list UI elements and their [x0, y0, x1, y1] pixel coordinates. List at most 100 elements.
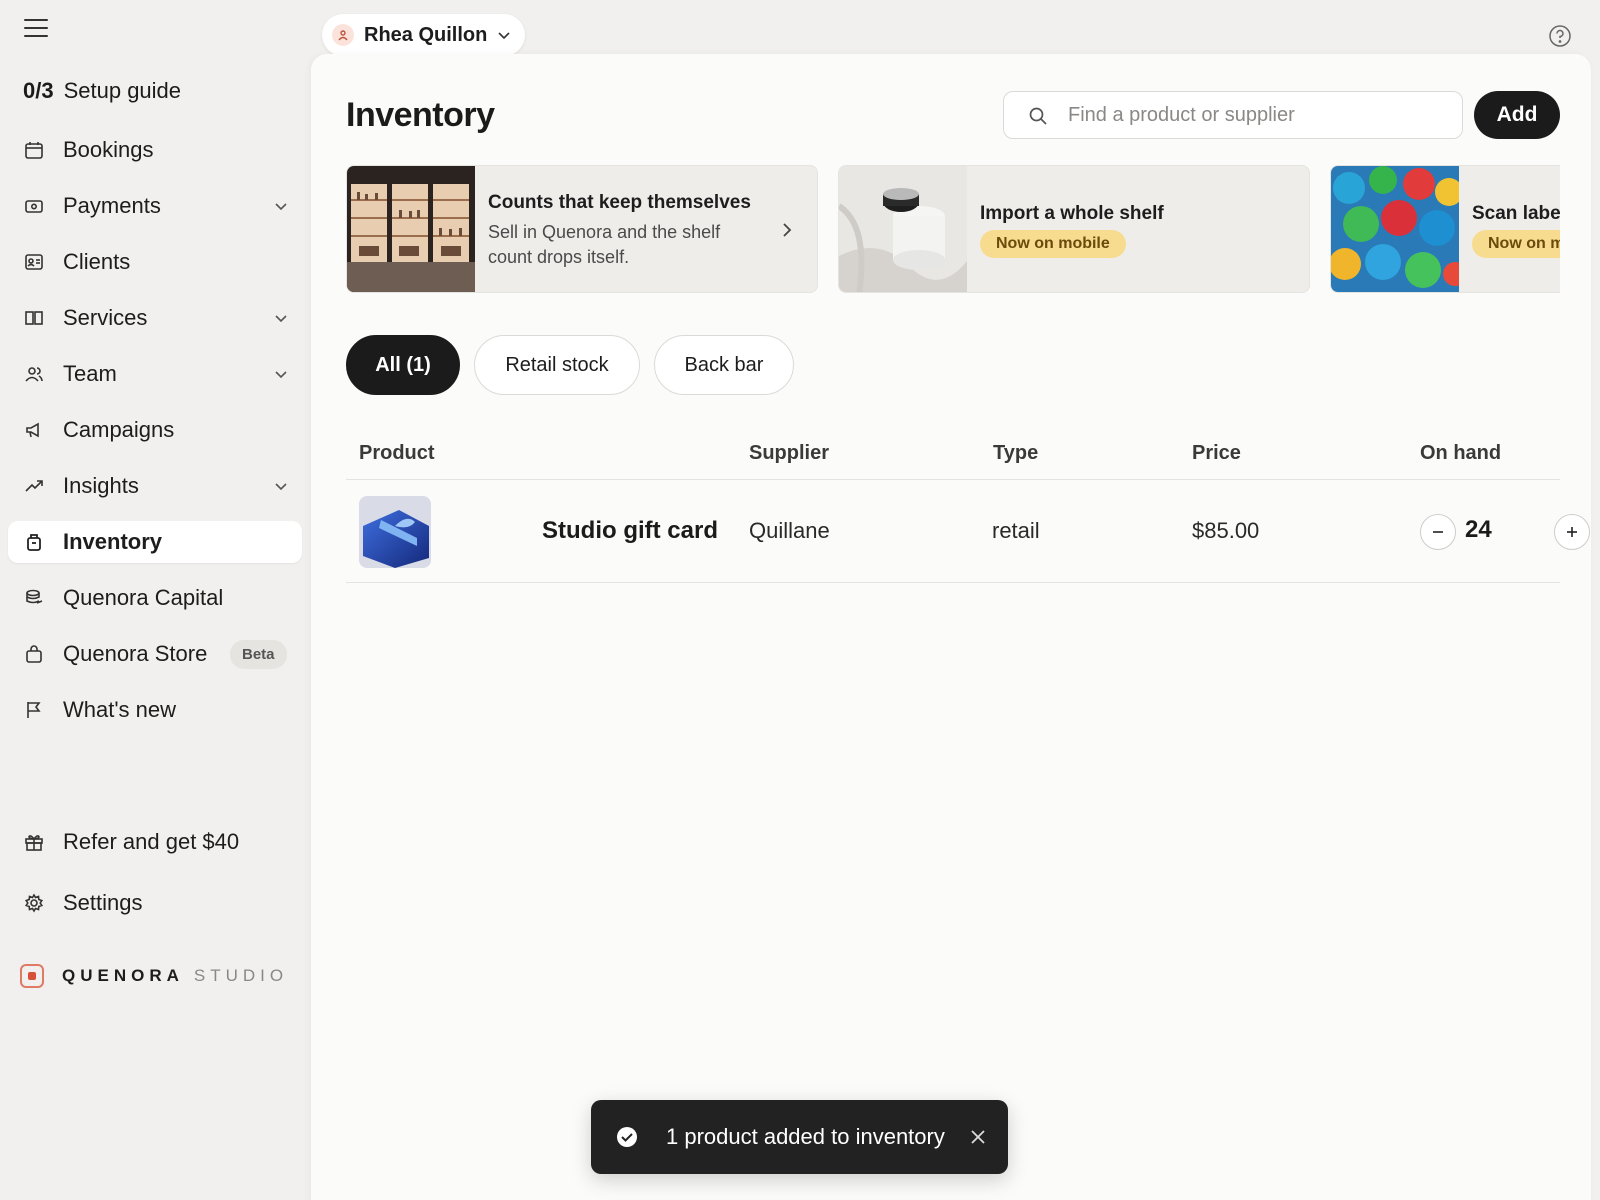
promo-carousel: Counts that keep themselves Sell in Quen… [346, 165, 1560, 295]
sidebar-item-label: Campaigns [63, 417, 175, 442]
page-title: Inventory [346, 96, 495, 134]
setup-guide-label: Setup guide [63, 78, 182, 103]
filter-all[interactable]: All (1) [346, 335, 460, 395]
toast-message: 1 product added to inventory [666, 1124, 945, 1149]
promo-title: Counts that keep themselves [488, 192, 751, 213]
brand-logo: QUENORA STUDIO [20, 964, 288, 988]
main-panel: Inventory Add [311, 54, 1591, 1200]
chevron-down-icon[interactable] [274, 199, 288, 213]
sidebar-item-label: Settings [63, 890, 143, 915]
calendar-icon [24, 140, 44, 160]
inventory-icon [24, 532, 44, 552]
column-price[interactable]: Price [1192, 442, 1241, 465]
payments-icon [24, 196, 44, 216]
column-type[interactable]: Type [993, 442, 1038, 465]
brand-mark [20, 964, 44, 988]
book-icon [24, 308, 44, 328]
sidebar-item-campaigns[interactable]: Campaigns [8, 409, 302, 451]
brand-suffix: STUDIO [193, 966, 289, 985]
search-input[interactable] [1068, 92, 1448, 138]
sidebar-item-inventory[interactable]: Inventory [8, 521, 302, 563]
sidebar-item-settings[interactable]: Settings [8, 882, 302, 924]
close-icon[interactable] [969, 1128, 987, 1146]
sidebar-item-label: Quenora Capital [63, 585, 224, 610]
sidebar-item-label: What's new [63, 697, 177, 722]
increment-button[interactable] [1554, 514, 1590, 550]
minus-icon [1433, 531, 1443, 533]
sidebar-item-label: Bookings [63, 137, 154, 162]
chevron-down-icon [497, 28, 511, 42]
product-thumbnail [359, 496, 431, 568]
decrement-button[interactable] [1420, 514, 1456, 550]
sidebar-item-label: Inventory [63, 529, 163, 554]
sidebar-item-label: Payments [63, 193, 161, 218]
gear-icon [24, 893, 44, 913]
table-row[interactable]: Studio gift card Quillane retail $85.00 … [346, 480, 1590, 583]
team-icon [24, 364, 44, 384]
contact-card-icon [24, 252, 44, 272]
sidebar-item-insights[interactable]: Insights [8, 465, 302, 507]
coins-icon [24, 588, 44, 608]
check-circle-icon [616, 1126, 638, 1148]
sidebar-item-payments[interactable]: Payments [8, 185, 302, 227]
flag-icon [24, 700, 44, 720]
sidebar-item-label: Services [63, 305, 148, 330]
chevron-down-icon[interactable] [274, 311, 288, 325]
sidebar-item-label: Quenora Store [63, 641, 208, 666]
menu-icon[interactable] [22, 16, 50, 40]
sidebar-item-whats-new[interactable]: What's new [8, 689, 302, 731]
setup-progress: 0/3 [23, 78, 54, 103]
promo-title: Scan labels [1472, 203, 1560, 224]
promo-badge: Now on mobile [980, 230, 1126, 258]
bag-icon [24, 644, 44, 664]
sidebar-item-label: Team [63, 361, 117, 386]
trend-icon [24, 476, 44, 496]
filter-retail-stock[interactable]: Retail stock [474, 335, 640, 395]
brand-name: QUENORA [62, 966, 184, 985]
account-name: Rhea Quillon [364, 23, 488, 46]
glass-jars-image [1331, 166, 1459, 292]
sidebar-item-capital[interactable]: Quenora Capital [8, 577, 302, 619]
product-name[interactable]: Studio gift card [542, 517, 718, 545]
promo-card-import[interactable]: Import a whole shelf Now on mobile [838, 165, 1310, 293]
sidebar-item-refer[interactable]: Refer and get $40 [8, 821, 302, 863]
avatar [332, 24, 354, 46]
sidebar-item-label: Clients [63, 249, 131, 274]
chevron-down-icon[interactable] [274, 367, 288, 381]
column-supplier[interactable]: Supplier [749, 442, 829, 465]
search-icon [1028, 106, 1048, 126]
column-product[interactable]: Product [359, 442, 435, 465]
table-header: Product Supplier Type Price On hand [346, 430, 1560, 480]
search-box [1003, 91, 1463, 139]
sidebar-item-clients[interactable]: Clients [8, 241, 302, 283]
megaphone-icon [24, 420, 44, 440]
shelf-image [347, 166, 475, 292]
toast-notification: 1 product added to inventory [591, 1100, 1008, 1174]
sidebar-item-label: Refer and get $40 [63, 829, 240, 854]
filter-back-bar[interactable]: Back bar [654, 335, 794, 395]
help-icon[interactable] [1548, 24, 1572, 48]
sidebar-item-store[interactable]: Quenora Store Beta [8, 633, 302, 675]
plus-icon [1567, 527, 1577, 537]
promo-card-counts[interactable]: Counts that keep themselves Sell in Quen… [346, 165, 818, 293]
type-cell: retail [992, 518, 1040, 543]
column-on-hand[interactable]: On hand [1420, 442, 1501, 465]
promo-title: Import a whole shelf [980, 203, 1164, 224]
promo-description: Sell in Quenora and the shelf count drop… [488, 222, 721, 267]
quantity-value[interactable]: 24 [1465, 516, 1492, 544]
price-cell: $85.00 [1192, 518, 1260, 543]
sidebar-item-bookings[interactable]: Bookings [8, 129, 302, 171]
setup-guide-link[interactable]: 0/3 Setup guide [23, 78, 181, 104]
jar-image [839, 166, 967, 292]
add-button[interactable]: Add [1474, 91, 1560, 139]
promo-card-scan[interactable]: Scan labels Now on mobile [1330, 165, 1560, 293]
sidebar-item-services[interactable]: Services [8, 297, 302, 339]
sidebar-item-team[interactable]: Team [8, 353, 302, 395]
account-switcher[interactable]: Rhea Quillon [322, 14, 526, 56]
gift-icon [24, 832, 44, 852]
promo-badge: Now on mobile [1472, 230, 1560, 258]
beta-badge: Beta [230, 640, 287, 669]
supplier-cell: Quillane [749, 518, 830, 543]
chevron-right-icon [779, 221, 795, 239]
chevron-down-icon[interactable] [274, 479, 288, 493]
